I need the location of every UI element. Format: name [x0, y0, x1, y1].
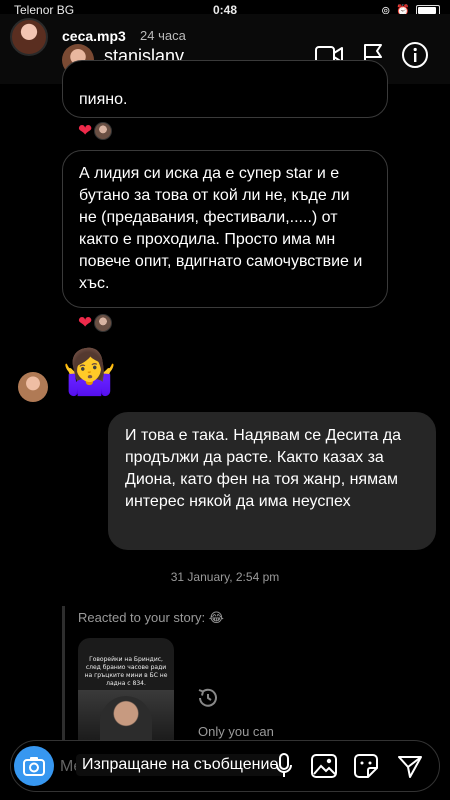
sender-avatar[interactable]: [18, 372, 48, 402]
story-username: ceca.mp3: [62, 28, 126, 44]
story-age: 24 часа: [140, 28, 186, 43]
reactor-avatar: [94, 314, 113, 332]
message-bubble-sent[interactable]: И това е така. Надявам се Десита да прод…: [108, 412, 436, 550]
microphone-icon[interactable]: [270, 752, 298, 780]
message-reaction[interactable]: ❤: [78, 121, 113, 140]
message-reaction[interactable]: ❤: [78, 313, 113, 332]
message-text: пияно.: [79, 91, 128, 108]
camera-icon[interactable]: [14, 746, 54, 786]
story-caption: Говорейки на Бриндис, след бранио часове…: [84, 656, 168, 687]
sticker-icon[interactable]: [352, 752, 380, 780]
message-bubble-received[interactable]: А лидия си иска да е супер star и е бута…: [62, 150, 388, 308]
history-icon: [196, 686, 220, 710]
heart-icon: ❤: [78, 121, 93, 140]
send-icon[interactable]: [396, 752, 424, 780]
message-text: А лидия си иска да е супер star и е бута…: [79, 165, 363, 292]
emoji-message[interactable]: 🤷‍♀️: [62, 348, 117, 398]
message-text: И това е така. Надявам се Десита да прод…: [125, 427, 402, 510]
reply-indicator: [62, 606, 65, 746]
story-visibility-note: Only you can: [198, 724, 274, 739]
message-timestamp: 31 January, 2:54 pm: [170, 570, 280, 584]
heart-icon: ❤: [78, 313, 93, 332]
send-message-overlay: Изпращане на съобщение: [76, 754, 285, 776]
reactor-avatar: [94, 122, 113, 140]
message-bubble-received[interactable]: пияно.: [62, 60, 388, 118]
gallery-icon[interactable]: [310, 752, 338, 780]
info-icon[interactable]: [400, 40, 430, 70]
story-avatar[interactable]: [10, 18, 48, 56]
story-reaction-label: Reacted to your story: 😂: [78, 610, 224, 625]
